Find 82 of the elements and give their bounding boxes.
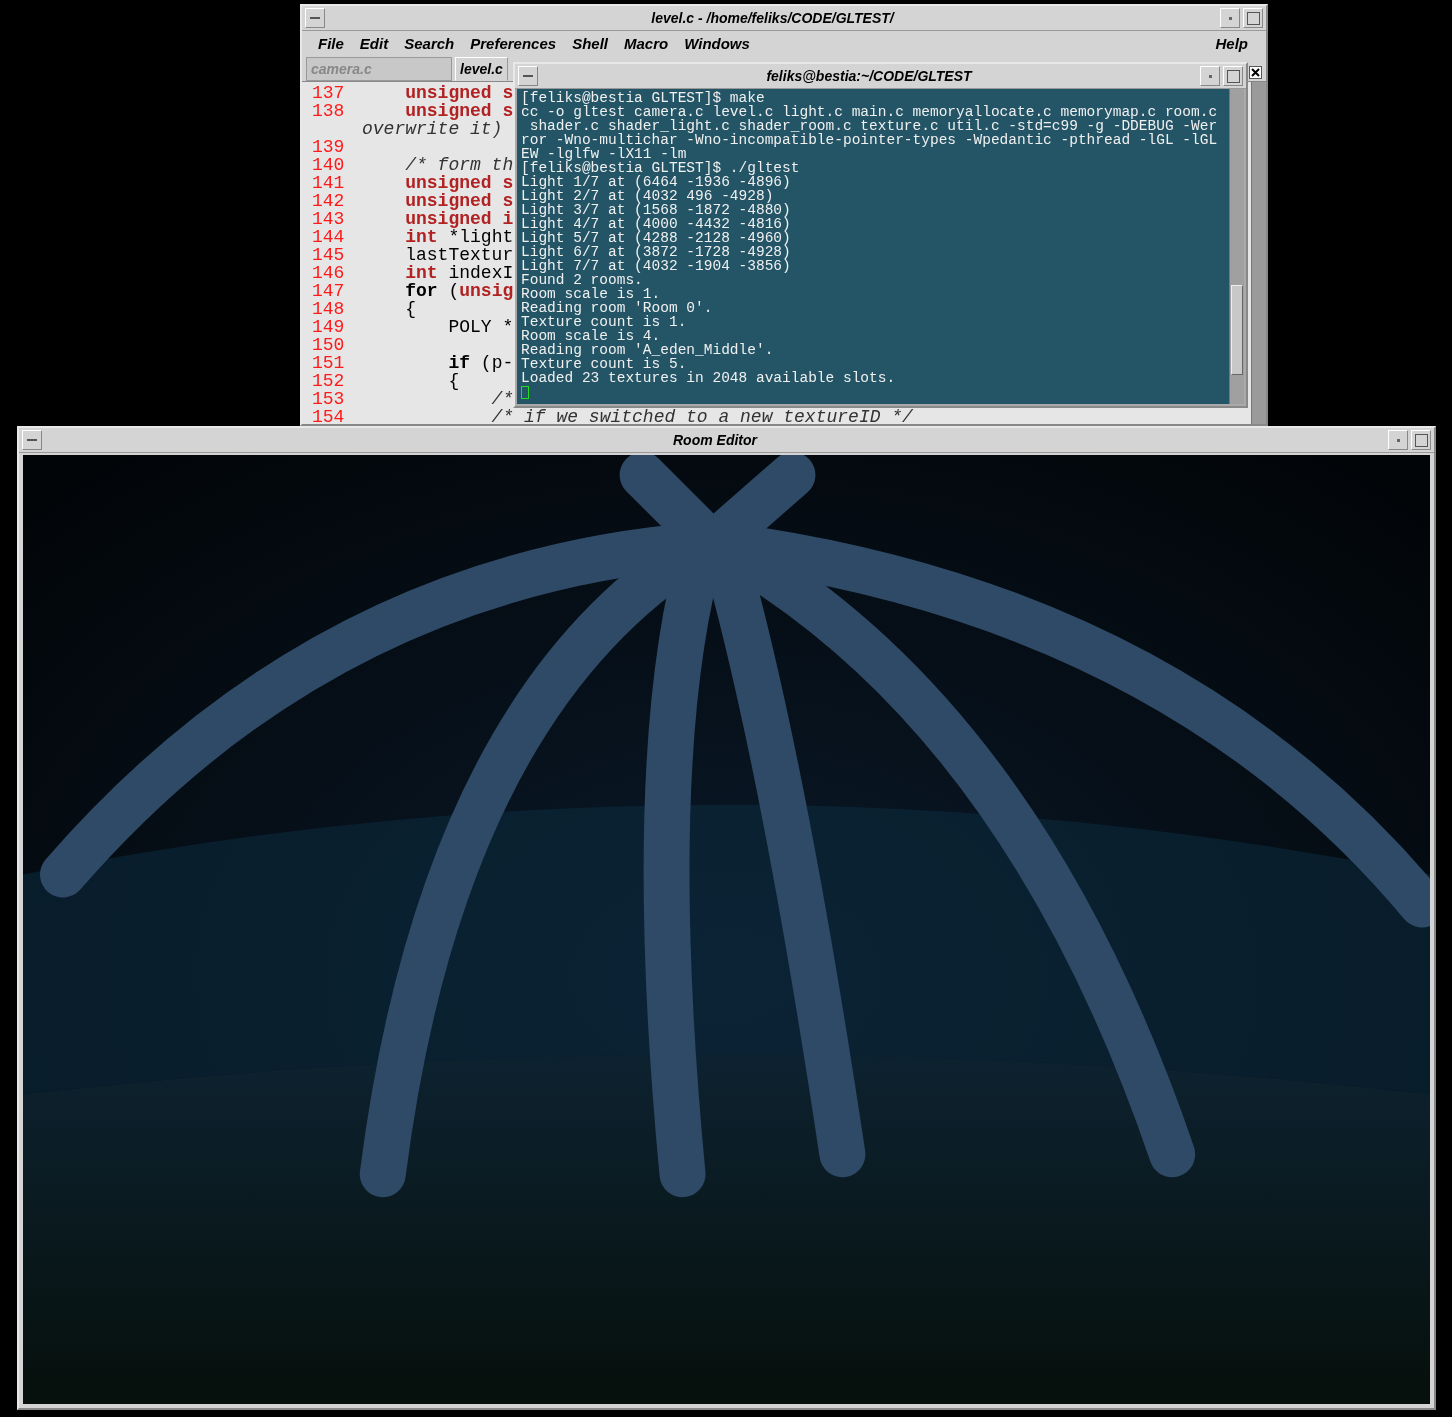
terminal-line: Light 4/7 at (4000 -4432 -4816) — [521, 217, 792, 231]
menu-item[interactable]: File — [318, 34, 344, 52]
line-number: 154 — [312, 408, 346, 424]
terminal-line: Room scale is 4. — [521, 329, 661, 343]
line-number: 150 — [312, 336, 346, 354]
file-tab[interactable]: level.c — [455, 57, 508, 81]
line-number: 142 — [312, 192, 346, 210]
window-menu-button[interactable] — [305, 8, 325, 28]
code-line: for (unsig — [404, 282, 514, 300]
line-number: 151 — [312, 354, 346, 372]
terminal-line: Found 2 rooms. — [521, 273, 643, 287]
help-menu[interactable]: Help — [1215, 34, 1248, 52]
code-line: /* if we switched to a new textureID */ — [490, 408, 913, 424]
window-title: feliks@bestia:~/CODE/GLTEST — [765, 68, 974, 84]
maximize-button[interactable] — [1411, 430, 1431, 450]
line-number: 137 — [312, 84, 346, 102]
terminal-line: Light 1/7 at (6464 -1936 -4896) — [521, 175, 791, 189]
code-line: { — [404, 300, 416, 318]
code-line: unsigned s — [404, 192, 514, 210]
scrollbar[interactable] — [1229, 89, 1244, 404]
terminal-line: Light 5/7 at (4288 -2128 -4960) — [521, 231, 792, 245]
menu-item[interactable]: Macro — [624, 34, 669, 52]
maximize-button[interactable] — [1243, 8, 1263, 28]
line-number: 152 — [312, 372, 346, 390]
scrollbar[interactable] — [1251, 82, 1266, 424]
terminal-line: Texture count is 5. — [521, 357, 687, 371]
minimize-button[interactable] — [1220, 8, 1240, 28]
minimize-button[interactable] — [1388, 430, 1408, 450]
window-title: level.c - /home/feliks/CODE/GLTEST/ — [650, 10, 896, 26]
code-line: lastTextur — [404, 246, 514, 264]
terminal-line: Reading room 'Room 0'. — [521, 301, 714, 315]
line-number: 145 — [312, 246, 346, 264]
terminal-line: shader.c shader_light.c shader_room.c texture.c util.c -std=c99 -g -DDEBUG -Wer — [528, 119, 1219, 133]
code-line: int indexI — [404, 264, 514, 282]
window-title: Room Editor — [672, 432, 759, 448]
terminal-line: Loaded 23 textures in 2048 available slots. — [521, 371, 897, 385]
code-line: /* — [490, 390, 514, 408]
terminal-line: Texture count is 1. — [521, 315, 688, 329]
line-number: 144 — [312, 228, 346, 246]
line-number: 141 — [312, 174, 346, 192]
window-menu-button[interactable] — [518, 66, 538, 86]
terminal-line: Light 7/7 at (4032 -1904 -3856) — [521, 259, 792, 273]
code-line: overwrite it) — [362, 120, 503, 138]
terminal-line: EW -lglfw -lX11 -lm — [521, 147, 687, 161]
text-cursor — [521, 386, 529, 399]
code-line: int *light — [404, 228, 514, 246]
line-number: 139 — [312, 138, 346, 156]
window-menu-button[interactable] — [22, 430, 42, 450]
minimize-button[interactable] — [1200, 66, 1220, 86]
terminal-line: Reading room 'A_eden_Middle'. — [521, 343, 775, 357]
line-number: 143 — [312, 210, 346, 228]
terminal-line: Light 3/7 at (1568 -1872 -4880) — [521, 203, 792, 217]
code-line: if (p- — [447, 354, 514, 372]
menu-item[interactable]: Search — [404, 34, 455, 52]
line-number: 147 — [312, 282, 346, 300]
menu-item[interactable]: Edit — [359, 34, 389, 52]
line-number: 149 — [312, 318, 346, 336]
terminal-line: [feliks@bestia GLTEST]$ ./gltest — [521, 161, 801, 175]
code-line: unsigned s — [405, 102, 514, 120]
line-number: 146 — [312, 264, 346, 282]
terminal-line: [feliks@bestia GLTEST]$ make — [521, 91, 765, 105]
code-line: unsigned s — [404, 84, 514, 102]
line-number: 148 — [312, 300, 346, 318]
code-line: unsigned i — [404, 210, 514, 228]
code-line: POLY * — [447, 318, 514, 336]
code-line: { — [447, 372, 460, 390]
maximize-button[interactable] — [1223, 66, 1243, 86]
line-number: 140 — [312, 156, 346, 174]
menu-item[interactable]: Shell — [572, 34, 608, 52]
close-icon[interactable] — [1249, 66, 1262, 79]
terminal-line: Light 2/7 at (4032 496 -4928) — [521, 189, 774, 203]
code-line: unsigned s — [404, 174, 514, 192]
code-line: /* form th — [404, 156, 514, 174]
terminal-line: Room scale is 1. — [521, 287, 661, 301]
terminal-line: cc -o gltest camera.c level.c light.c main.c memoryallocate.c memorymap.c room.c — [521, 105, 1219, 119]
line-number: 138 — [312, 102, 346, 120]
menu-item[interactable]: Preferences — [470, 34, 557, 52]
scrollbar-thumb[interactable] — [1231, 285, 1243, 375]
terminal-line: Light 6/7 at (3872 -1728 -4928) — [521, 245, 792, 259]
line-number: 153 — [312, 390, 346, 408]
terminal-line: ror -Wno-multichar -Wno-incompatible-pointer-types -Wpedantic -pthread -lGL -lGL — [521, 133, 1219, 147]
menu-item[interactable]: Windows — [684, 34, 750, 52]
